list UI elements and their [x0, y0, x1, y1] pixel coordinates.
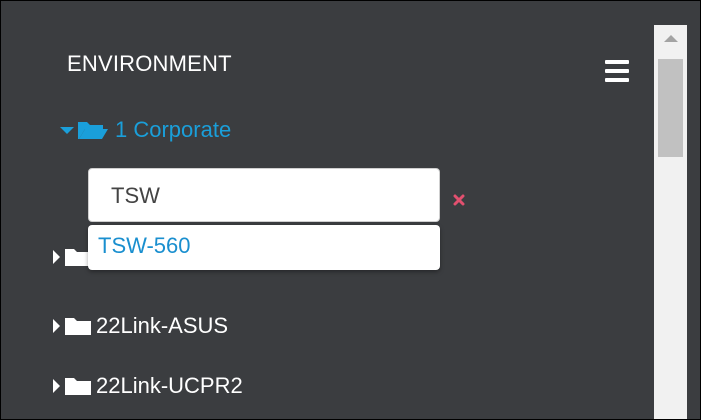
- search-field[interactable]: [88, 168, 440, 222]
- tree-item[interactable]: 22Link-ASUS: [53, 310, 228, 342]
- scrollbar[interactable]: [654, 25, 687, 419]
- panel-title: ENVIRONMENT: [67, 51, 232, 76]
- tree-item-root[interactable]: 1 Corporate: [60, 114, 231, 146]
- caret-right-icon[interactable]: [53, 250, 60, 264]
- tree-item-label[interactable]: 22Link-ASUS: [96, 313, 228, 339]
- hamburger-menu-icon[interactable]: [605, 60, 629, 82]
- scroll-up-arrow-icon[interactable]: [664, 35, 678, 42]
- autocomplete-option[interactable]: TSW-560: [98, 233, 191, 259]
- folder-icon: [64, 316, 92, 336]
- close-icon[interactable]: [453, 193, 465, 206]
- environment-panel: ENVIRONMENT 1 Corporate 22Link-ASUS 22Li…: [0, 0, 701, 420]
- caret-right-icon[interactable]: [53, 319, 60, 333]
- tree-item[interactable]: 22Link-UCPR2: [53, 370, 243, 402]
- caret-down-icon[interactable]: [60, 126, 74, 134]
- folder-icon: [64, 376, 92, 396]
- tree-item-label[interactable]: 22Link-UCPR2: [96, 373, 243, 399]
- autocomplete-dropdown: TSW-560: [88, 225, 440, 270]
- scrollbar-thumb[interactable]: [658, 59, 683, 157]
- caret-right-icon[interactable]: [53, 379, 60, 393]
- tree-item-label[interactable]: 1 Corporate: [115, 117, 231, 143]
- search-input[interactable]: [111, 183, 431, 209]
- folder-open-icon: [77, 120, 109, 140]
